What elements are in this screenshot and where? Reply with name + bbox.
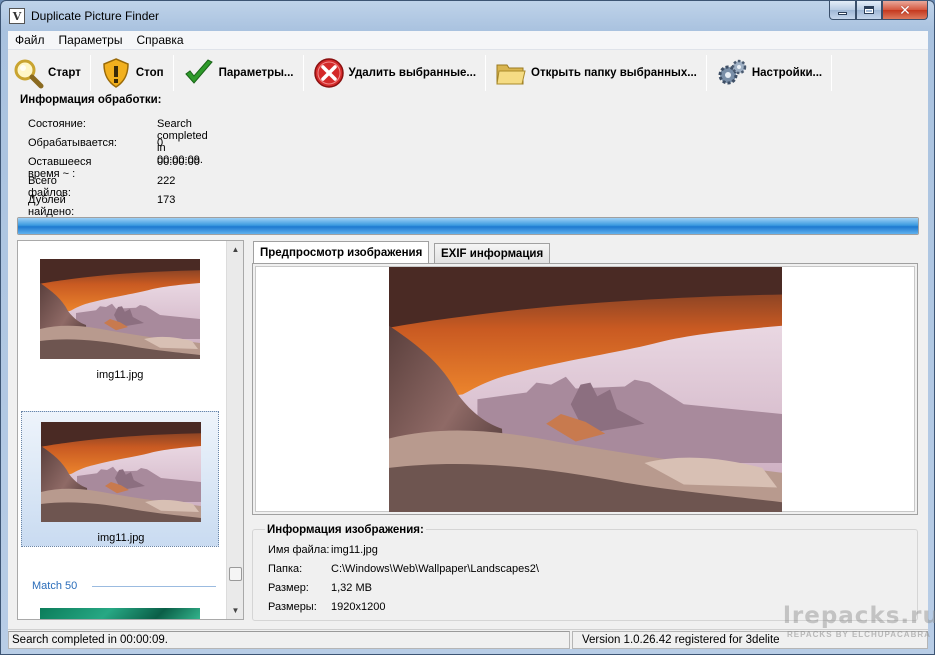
preview-frame [255, 266, 915, 512]
magnifier-icon [12, 57, 44, 89]
image-info-label: Размеры: [268, 601, 317, 613]
menu-help[interactable]: Справка [129, 33, 190, 47]
delete-icon [313, 57, 345, 89]
toolbar-separator [172, 55, 174, 91]
scroll-down-icon[interactable]: ▼ [227, 602, 243, 619]
checkmark-icon [183, 57, 215, 89]
scroll-up-icon[interactable]: ▲ [227, 241, 243, 258]
status-text: Search completed in 00:00:09. [8, 631, 570, 649]
start-label: Старт [48, 67, 81, 79]
menu-file[interactable]: Файл [8, 33, 52, 47]
image-info-value: 1,32 MB [331, 582, 372, 594]
info-value: 0 [157, 137, 164, 149]
thumbnail-item-selected[interactable]: img11.jpg [21, 411, 219, 547]
info-value: 00:00:00 [157, 156, 200, 168]
watermark: lrepacks.ru [783, 603, 935, 629]
app-icon: V [9, 8, 25, 24]
settings-label: Настройки... [751, 67, 823, 79]
parameters-button[interactable]: Параметры... [179, 54, 298, 92]
vertical-scrollbar[interactable]: ▲ ▼ [226, 241, 243, 619]
watermark-subtitle: REPACKS BY ELCHUPACABRA [787, 630, 931, 639]
progress-fill [18, 218, 918, 234]
toolbar-separator [89, 55, 91, 91]
window-title: Duplicate Picture Finder [31, 9, 160, 23]
toolbar-separator [831, 55, 833, 91]
folder-icon [495, 57, 527, 89]
thumbnail-filename: img11.jpg [97, 532, 145, 544]
progress-bar [17, 217, 919, 235]
thumbnail-image-partial[interactable] [40, 608, 200, 619]
image-info-title: Информация изображения: [265, 524, 426, 536]
client-area: Файл Параметры Справка Старт Стоп Параме… [8, 31, 928, 649]
image-info-value: C:\Windows\Web\Wallpaper\Landscapes2\ [331, 563, 539, 575]
thumbnail-item[interactable]: img11.jpg [21, 249, 219, 385]
title-bar[interactable]: V Duplicate Picture Finder ✕ [1, 1, 934, 31]
menu-parameters[interactable]: Параметры [52, 33, 130, 47]
maximize-icon [864, 6, 874, 14]
info-label: Обрабатывается: [28, 137, 117, 149]
info-label: Дублей найдено: [28, 194, 75, 218]
match-group-label: Match 50 [32, 580, 78, 592]
thumbnail-filename: img11.jpg [96, 369, 144, 381]
toolbar: Старт Стоп Параметры... Удалить выбранны… [8, 51, 928, 95]
shield-warning-icon [100, 57, 132, 89]
scrollbar-thumb[interactable] [229, 567, 242, 581]
tab-exif[interactable]: EXIF информация [434, 243, 551, 263]
toolbar-separator [485, 55, 487, 91]
gears-icon [716, 57, 748, 89]
open-folder-button[interactable]: Открыть папку выбранных... [491, 54, 701, 92]
thumbnail-image [40, 259, 200, 359]
image-info-value: img11.jpg [331, 544, 378, 556]
start-button[interactable]: Старт [8, 54, 85, 92]
image-info-value: 1920x1200 [331, 601, 386, 613]
stop-button[interactable]: Стоп [96, 54, 168, 92]
processing-info-title: Информация обработки: [20, 94, 162, 106]
app-window: V Duplicate Picture Finder ✕ Файл Параме… [0, 0, 935, 655]
open-folder-label: Открыть папку выбранных... [531, 67, 697, 79]
toolbar-separator [705, 55, 707, 91]
delete-selected-label: Удалить выбранные... [348, 67, 477, 79]
parameters-label: Параметры... [218, 67, 294, 79]
tab-preview[interactable]: Предпросмотр изображения [253, 241, 430, 263]
duplicates-list[interactable]: img11.jpg img11.jpg Match 50 ▲ ▼ [17, 240, 244, 620]
close-icon: ✕ [899, 1, 911, 18]
maximize-button[interactable] [856, 1, 882, 20]
image-info-label: Размер: [268, 582, 309, 594]
info-value: 222 [157, 175, 176, 187]
match-separator [92, 586, 216, 587]
delete-selected-button[interactable]: Удалить выбранные... [309, 54, 481, 92]
settings-button[interactable]: Настройки... [712, 54, 826, 92]
toolbar-separator [302, 55, 304, 91]
image-info-label: Имя файла: [268, 544, 330, 556]
thumbnail-image [41, 422, 201, 522]
image-info-label: Папка: [268, 563, 303, 575]
window-controls: ✕ [829, 1, 928, 20]
stop-label: Стоп [135, 67, 164, 79]
minimize-icon [838, 11, 847, 15]
preview-panel [252, 263, 918, 515]
preview-image [389, 267, 782, 512]
info-value: 173 [157, 194, 176, 206]
close-button[interactable]: ✕ [882, 1, 928, 20]
minimize-button[interactable] [829, 1, 856, 20]
info-label: Состояние: [28, 118, 86, 130]
menu-bar: Файл Параметры Справка [8, 31, 928, 50]
